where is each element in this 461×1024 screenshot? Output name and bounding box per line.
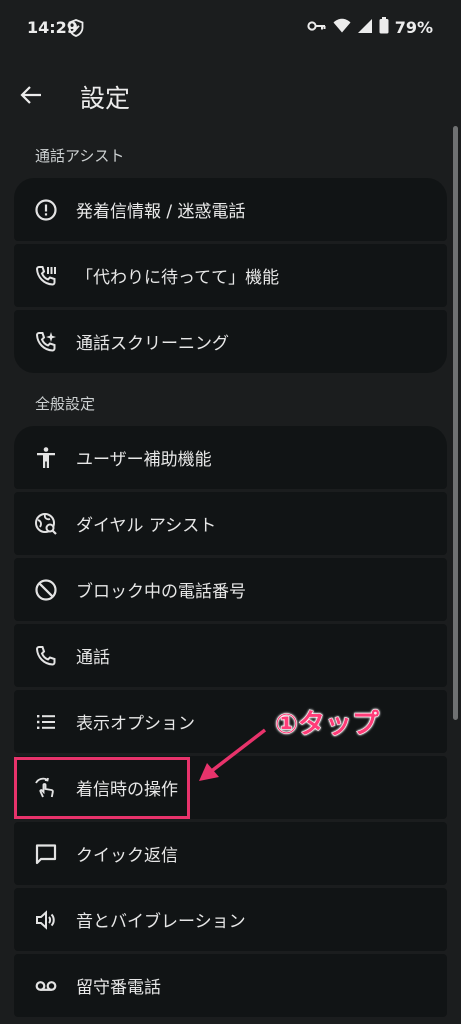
settings-item-dial-assist[interactable]: ダイヤル アシスト [14, 492, 447, 555]
volume-icon [33, 907, 59, 933]
page-title: 設定 [80, 84, 131, 113]
status-bar: 14:29 79% [0, 0, 461, 56]
dial-assist-icon [33, 511, 59, 537]
item-label: クイック返信 [76, 846, 178, 866]
voicemail-icon [33, 973, 59, 999]
settings-item-blocked-numbers[interactable]: ブロック中の電話番号 [14, 558, 447, 621]
item-label: 発着信情報 / 迷惑電話 [76, 202, 246, 222]
settings-item-sounds-vibration[interactable]: 音とバイブレーション [14, 888, 447, 951]
section-header-general: 全般設定 [35, 395, 96, 413]
section-header-call-assist: 通話アシスト [35, 147, 125, 165]
list-icon [33, 709, 59, 735]
call-assist-group: 発着信情報 / 迷惑電話 「代わりに待ってて」機能 通話スクリーニング [14, 178, 447, 376]
gesture-icon [33, 775, 59, 801]
back-arrow-icon [20, 86, 41, 104]
block-icon [33, 577, 59, 603]
item-label: 着信時の操作 [76, 780, 178, 800]
alert-circle-icon [33, 197, 59, 223]
item-label: 「代わりに待ってて」機能 [76, 268, 280, 288]
battery-percent: 79% [394, 18, 433, 37]
item-label: 通話 [76, 648, 110, 668]
settings-item-hold-for-me[interactable]: 「代わりに待ってて」機能 [14, 244, 447, 307]
app-bar: 設定 [0, 70, 461, 118]
settings-item-call-screen[interactable]: 通話スクリーニング [14, 310, 447, 373]
settings-item-voicemail[interactable]: 留守番電話 [14, 954, 447, 1017]
item-label: 留守番電話 [76, 978, 161, 998]
scrollbar[interactable] [453, 126, 458, 720]
item-label: 音とバイブレーション [76, 912, 246, 932]
chat-icon [33, 841, 59, 867]
settings-item-calls[interactable]: 通話 [14, 624, 447, 687]
wifi-icon [333, 18, 351, 37]
item-label: 表示オプション [76, 714, 195, 734]
general-settings-group: ユーザー補助機能 ダイヤル アシスト ブロック中の電話番号 通話 表示オプション… [14, 426, 447, 1020]
hold-for-me-icon [33, 263, 59, 289]
item-label: ユーザー補助機能 [76, 450, 212, 470]
settings-item-quick-responses[interactable]: クイック返信 [14, 822, 447, 885]
item-label: ブロック中の電話番号 [76, 582, 246, 602]
battery-icon [379, 17, 389, 38]
item-label: 通話スクリーニング [76, 334, 229, 354]
status-right: 79% [307, 17, 433, 38]
item-label: ダイヤル アシスト [76, 516, 217, 536]
settings-item-caller-id-spam[interactable]: 発着信情報 / 迷惑電話 [14, 178, 447, 241]
annotation-tap-label: ①タップ [275, 709, 380, 741]
annotation-arrow-icon [199, 728, 267, 781]
accessibility-icon [33, 445, 59, 471]
signal-icon [357, 18, 373, 38]
back-button[interactable] [14, 78, 48, 112]
call-screen-icon [33, 329, 59, 355]
key-icon [307, 18, 327, 37]
shield-icon [68, 19, 84, 41]
settings-item-accessibility[interactable]: ユーザー補助機能 [14, 426, 447, 489]
phone-icon [33, 643, 59, 669]
